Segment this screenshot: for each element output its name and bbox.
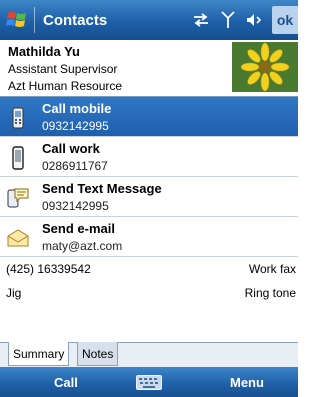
call-mobile-row[interactable]: Call mobile 0932142995: [0, 97, 298, 137]
ring-tone-value: Jig: [6, 286, 22, 300]
call-mobile-number: 0932142995: [42, 119, 109, 133]
ok-button[interactable]: ok: [272, 6, 298, 34]
send-text-row[interactable]: Send Text Message 0932142995: [0, 177, 298, 217]
contact-name: Mathilda Yu: [8, 44, 80, 59]
ring-tone-label: Ring tone: [244, 286, 296, 300]
call-work-row[interactable]: Call work 0286911767: [0, 137, 298, 177]
text-message-icon: [6, 186, 30, 210]
contact-job-title: Assistant Supervisor: [8, 62, 118, 76]
work-fax-value: (425) 16339542: [6, 262, 91, 276]
contact-company: Azt Human Resource: [8, 79, 123, 93]
call-work-label: Call work: [42, 141, 100, 156]
send-text-label: Send Text Message: [42, 181, 162, 196]
connectivity-icon[interactable]: [191, 10, 211, 30]
tab-summary[interactable]: Summary: [8, 342, 70, 366]
work-phone-icon: [6, 146, 30, 170]
status-tray: ok: [191, 0, 298, 40]
start-flag-icon[interactable]: [0, 0, 34, 40]
volume-icon[interactable]: [245, 10, 265, 30]
contact-photo[interactable]: [232, 42, 298, 92]
work-fax-field[interactable]: (425) 16339542 Work fax: [0, 258, 298, 282]
signal-icon[interactable]: [218, 10, 238, 30]
app-title: Contacts: [43, 11, 108, 29]
softkey-bar: Call Menu: [0, 367, 298, 397]
send-email-label: Send e-mail: [42, 221, 115, 236]
send-email-row[interactable]: Send e-mail maty@azt.com: [0, 217, 298, 257]
send-email-address: maty@azt.com: [42, 239, 123, 253]
tab-bar: Summary Notes: [0, 342, 298, 367]
menu-softkey[interactable]: Menu: [230, 375, 264, 390]
mobile-phone-icon: [6, 106, 30, 130]
call-mobile-label: Call mobile: [42, 101, 112, 116]
call-softkey[interactable]: Call: [54, 375, 78, 390]
work-fax-label: Work fax: [248, 262, 296, 276]
contact-header: Mathilda Yu Assistant Supervisor Azt Hum…: [0, 40, 298, 96]
send-text-number: 0932142995: [42, 199, 109, 213]
title-bar: Contacts ok: [0, 0, 298, 40]
keyboard-icon[interactable]: [136, 375, 162, 390]
title-separator: [34, 7, 35, 33]
tab-notes[interactable]: Notes: [77, 342, 119, 366]
ring-tone-field[interactable]: Jig Ring tone: [0, 282, 298, 306]
email-icon: [6, 226, 30, 250]
call-work-number: 0286911767: [42, 159, 108, 173]
